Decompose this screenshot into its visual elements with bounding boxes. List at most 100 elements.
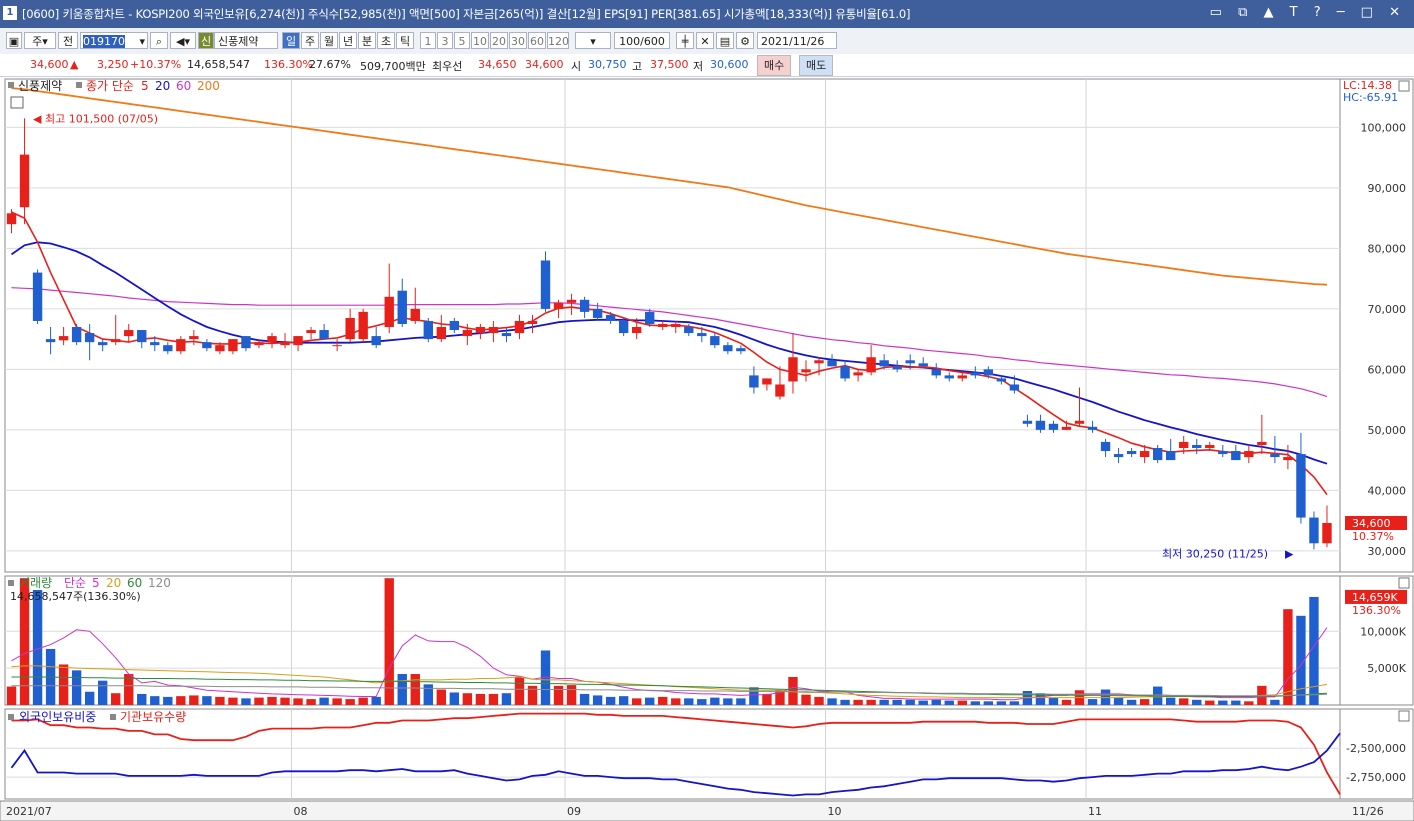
- candle-body: [631, 327, 642, 334]
- volume-bar: [892, 699, 902, 705]
- tab-3[interactable]: 년: [339, 32, 357, 49]
- volume-bar: [371, 696, 381, 705]
- holding-tick-label-1: -2,750,000: [1346, 771, 1406, 784]
- volume-bar: [723, 698, 733, 705]
- volume-tick-label-0: 10,000K: [1360, 625, 1406, 638]
- stock-chart[interactable]: 100,000 90,000 80,000 70,000 60,000 50,000 40,…: [0, 77, 1414, 821]
- volume-value: 14,658,547: [187, 58, 250, 71]
- tab-0[interactable]: 일: [282, 32, 300, 49]
- search-icon[interactable]: ⌕: [150, 32, 168, 49]
- volume-bar: [1126, 699, 1137, 705]
- candle-body: [736, 348, 746, 352]
- window-number-badge: 1: [3, 6, 17, 20]
- volume-bar: [918, 700, 928, 705]
- volume-bar: [293, 698, 303, 705]
- candle-body: [788, 357, 798, 382]
- candle-body: [527, 320, 538, 324]
- candle-body: [501, 333, 512, 337]
- buy-button[interactable]: 매수: [757, 55, 792, 76]
- axis-frame-0: [1339, 78, 1414, 573]
- volume-bar: [996, 701, 1007, 705]
- foreign-legend-label: 외국인보유비중: [19, 710, 96, 724]
- signal-badge[interactable]: 신: [198, 32, 214, 49]
- crosshair-icon[interactable]: ✕: [696, 32, 714, 49]
- volume-bar: [475, 693, 486, 705]
- interval-button-7[interactable]: 120: [547, 32, 569, 49]
- interval-button-0[interactable]: 1: [420, 32, 436, 49]
- volume-bar: [957, 700, 967, 705]
- volume-bar: [254, 697, 264, 705]
- volume-bar: [1165, 697, 1176, 705]
- count-field[interactable]: 100/600: [614, 32, 670, 49]
- tab-5[interactable]: 초: [377, 32, 395, 49]
- chevron-down-icon: ▾: [139, 35, 145, 48]
- candle-body: [488, 327, 499, 334]
- tab-1[interactable]: 주: [301, 32, 319, 49]
- window-controls[interactable]: ▭ ⧉ ▲ T ? ─ □ ✕: [1210, 5, 1406, 20]
- save-icon[interactable]: ▤: [716, 32, 734, 49]
- interval-button-5[interactable]: 30: [509, 32, 527, 49]
- candle-body: [1074, 420, 1085, 424]
- volume-bar: [436, 689, 447, 705]
- volume-bar: [553, 685, 564, 705]
- volume-bar: [97, 680, 108, 705]
- candle-body: [241, 336, 251, 349]
- volume-bar: [1048, 697, 1059, 705]
- change-percent: +10.37%: [130, 58, 182, 71]
- interval-button-2[interactable]: 5: [454, 32, 470, 49]
- legend-ma-200: 200: [197, 79, 220, 93]
- candle-body: [983, 369, 994, 376]
- legend-bullet-icon: [8, 714, 14, 720]
- speaker-icon[interactable]: ◀▾: [170, 32, 196, 49]
- candle-body: [671, 323, 681, 328]
- volume-bar: [579, 693, 590, 705]
- volume-bar: [319, 697, 329, 705]
- candle-body: [293, 336, 303, 346]
- volume-bar: [1087, 699, 1098, 705]
- sell-button[interactable]: 매도: [799, 55, 834, 76]
- period-select[interactable]: 주▾: [24, 32, 56, 49]
- current-price: 34,600: [30, 58, 69, 71]
- low-note: 최저 30,250 (11/25): [1162, 547, 1268, 560]
- interval-button-4[interactable]: 20: [490, 32, 508, 49]
- best-ask: 34,650: [478, 58, 517, 71]
- legend-bullet-icon: [8, 580, 14, 586]
- volume-bar: [671, 698, 681, 705]
- tab-4[interactable]: 분: [358, 32, 376, 49]
- candle-body: [1048, 423, 1059, 430]
- interval-dropdown[interactable]: ▾: [575, 32, 611, 49]
- candle-body: [1257, 441, 1267, 445]
- candle-body: [1113, 454, 1124, 458]
- date-field[interactable]: 2021/11/26▦: [757, 32, 837, 65]
- volume-bar: [592, 695, 603, 705]
- volume-bar: [384, 578, 394, 705]
- table-icon: [10, 96, 24, 109]
- best-quote-label: 최우선: [432, 60, 463, 73]
- candle-body: [1309, 517, 1319, 544]
- volume-bar: [58, 664, 69, 705]
- candle-body: [1139, 451, 1150, 458]
- interval-button-6[interactable]: 60: [528, 32, 546, 49]
- all-button[interactable]: 전: [58, 32, 78, 49]
- window-titlebar: 1 [0600] 키움종합차트 - KOSPI200 외국인보유[6,274(천…: [0, 0, 1414, 28]
- price-tick-label-2: 80,000: [1368, 242, 1407, 255]
- tab-2[interactable]: 월: [320, 32, 338, 49]
- candle-body: [684, 327, 694, 334]
- last-price-label: 34,600: [1352, 517, 1391, 530]
- volume-bar: [605, 696, 616, 705]
- stock-code-input[interactable]: 019170 ▾: [80, 32, 148, 49]
- tab-6[interactable]: 틱: [396, 32, 414, 49]
- candle-body: [1283, 457, 1293, 461]
- candle-body: [280, 342, 290, 346]
- volume-bar: [189, 695, 199, 705]
- volume-bar: [358, 697, 368, 705]
- gear-icon[interactable]: ⚙: [736, 32, 754, 49]
- interval-button-3[interactable]: 10: [471, 32, 489, 49]
- interval-button-1[interactable]: 3: [437, 32, 453, 49]
- volume-bar: [84, 691, 95, 705]
- layout-icon[interactable]: ▣: [6, 32, 22, 49]
- candle-body: [267, 336, 277, 343]
- candle-icon[interactable]: ╪: [676, 32, 694, 49]
- candle-body: [19, 154, 30, 208]
- volume-bar: [1139, 699, 1150, 705]
